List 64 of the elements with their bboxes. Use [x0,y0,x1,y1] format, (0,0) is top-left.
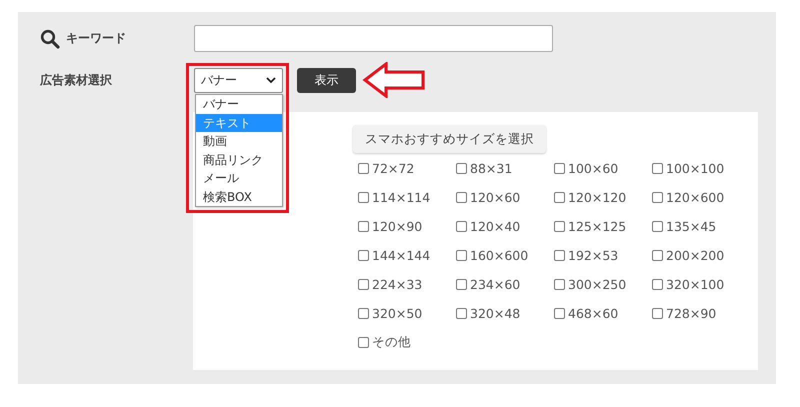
checkbox[interactable] [652,308,663,319]
keyword-input[interactable] [194,25,553,52]
size-label: 125×125 [568,219,626,234]
checkbox[interactable] [554,308,565,319]
checkbox[interactable] [652,279,663,290]
dropdown-option[interactable]: バナー [196,95,282,114]
size-label: 224×33 [372,277,422,292]
show-button[interactable]: 表示 [297,68,356,93]
size-label: 234×60 [470,277,520,292]
checkbox[interactable] [652,192,663,203]
size-label: 144×144 [372,248,430,263]
checkbox[interactable] [358,250,369,261]
checkbox[interactable] [358,192,369,203]
checkbox[interactable] [652,250,663,261]
checkbox[interactable] [456,250,467,261]
size-label: 120×40 [470,219,520,234]
checkbox[interactable] [652,221,663,232]
dropdown-option[interactable]: メール [196,169,282,188]
size-label: 300×250 [568,277,626,292]
checkbox[interactable] [358,163,369,174]
size-label: 120×60 [470,190,520,205]
size-label: 320×48 [470,306,520,321]
size-label: 135×45 [666,219,716,234]
size-label: 100×100 [666,161,724,176]
size-label: 160×600 [470,248,528,263]
size-label: 320×50 [372,306,422,321]
size-label: 728×90 [666,306,716,321]
checkbox[interactable] [358,308,369,319]
size-label: 114×114 [372,190,430,205]
size-label: 200×200 [666,248,724,263]
checkbox[interactable] [554,192,565,203]
checkbox[interactable] [456,279,467,290]
checkbox[interactable] [456,192,467,203]
size-label: 120×90 [372,219,422,234]
size-label: 72×72 [372,161,414,176]
dropdown-option[interactable]: 検索BOX [196,188,282,206]
dropdown-option[interactable]: 商品リンク [196,150,282,169]
size-label: 468×60 [568,306,618,321]
search-icon [40,28,60,48]
size-label: 320×100 [666,277,724,292]
material-label: 広告素材選択 [40,72,112,89]
checkbox[interactable] [358,221,369,232]
size-label: その他 [372,334,411,351]
chevron-icon [266,77,276,84]
checkbox[interactable] [652,163,663,174]
checkbox[interactable] [456,163,467,174]
size-label: 88×31 [470,161,512,176]
checkbox[interactable] [358,337,369,348]
checkbox[interactable] [554,221,565,232]
dropdown-option[interactable]: 動画 [196,132,282,150]
checkbox[interactable] [554,279,565,290]
size-label: 120×600 [666,190,724,205]
left-arrow-icon [362,62,426,98]
checkbox[interactable] [554,163,565,174]
keyword-label: キーワード [66,30,126,47]
size-label: 100×60 [568,161,618,176]
size-label: 120×120 [568,190,626,205]
checkbox[interactable] [456,308,467,319]
checkbox[interactable] [358,279,369,290]
material-select[interactable]: バナー [194,68,283,93]
preset-button[interactable]: スマホおすすめサイズを選択 [353,125,546,153]
size-label: 192×53 [568,248,618,263]
checkbox[interactable] [554,250,565,261]
checkbox[interactable] [456,221,467,232]
